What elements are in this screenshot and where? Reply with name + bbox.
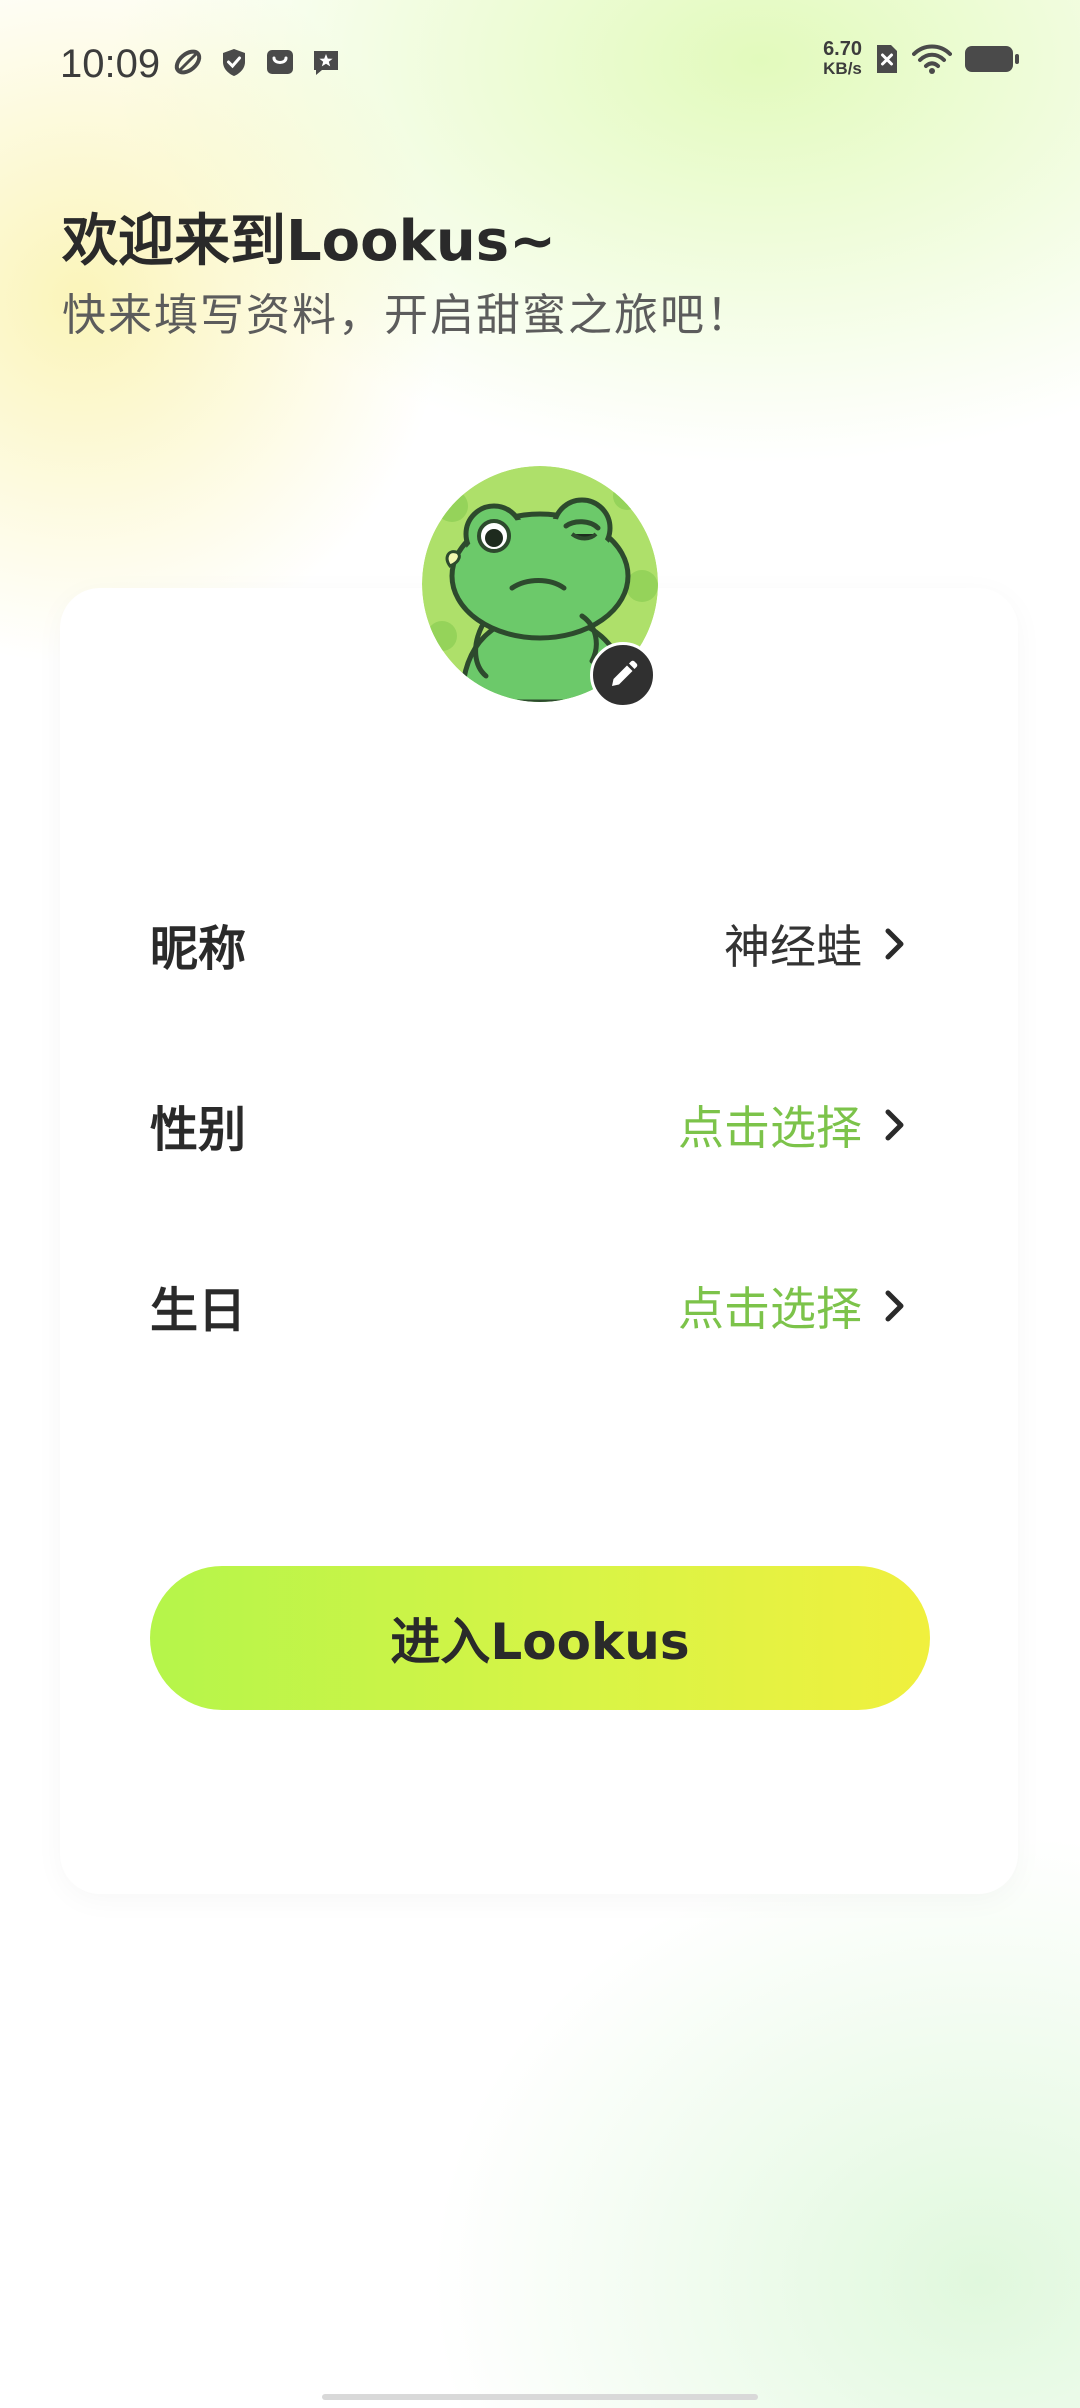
system-status-icons: 6.70 KB/s (823, 38, 1020, 78)
leaf-icon (174, 49, 202, 75)
battery-icon (965, 46, 1019, 72)
birthday-label: 生日 (150, 1283, 247, 1339)
nickname-row[interactable]: 昵称 神经蛙 (150, 894, 910, 994)
network-speed-value: 6.70 (823, 38, 862, 60)
pencil-icon (612, 660, 638, 686)
status-bar: 10:09 6.70 KB/s (0, 0, 1080, 128)
star-message-icon (314, 51, 338, 75)
network-speed-unit: KB/s (823, 59, 862, 78)
shield-check-icon (223, 49, 245, 76)
status-time: 10:09 (60, 42, 161, 86)
home-indicator[interactable] (322, 2394, 758, 2400)
shopping-bag-icon (267, 50, 293, 74)
enter-lookus-button[interactable]: 进入Lookus (150, 1566, 930, 1710)
nickname-label: 昵称 (150, 921, 247, 977)
welcome-subtitle: 快来填写资料，开启甜蜜之旅吧！ (62, 290, 752, 341)
edit-avatar-button[interactable] (590, 642, 656, 708)
avatar-container[interactable] (422, 466, 658, 708)
welcome-title: 欢迎来到Lookus~ (62, 209, 556, 274)
gender-select-prompt: 点击选择 (678, 1101, 862, 1155)
chevron-right-icon (885, 1290, 904, 1322)
gender-label: 性别 (150, 1102, 247, 1158)
nickname-value: 神经蛙 (724, 920, 862, 974)
gender-row[interactable]: 性别 点击选择 (150, 1075, 910, 1175)
chevron-right-icon (885, 1109, 904, 1141)
gender-value-group[interactable]: 点击选择 (678, 1092, 910, 1158)
no-sim-icon (877, 45, 897, 73)
notification-icons (172, 46, 342, 78)
birthday-row[interactable]: 生日 点击选择 (150, 1256, 910, 1356)
birthday-value-group[interactable]: 点击选择 (678, 1273, 910, 1339)
nickname-value-group[interactable]: 神经蛙 (724, 911, 910, 977)
wifi-icon (912, 44, 952, 74)
birthday-select-prompt: 点击选择 (678, 1282, 862, 1336)
network-speed: 6.70 KB/s (823, 38, 862, 78)
chevron-right-icon (885, 928, 904, 960)
